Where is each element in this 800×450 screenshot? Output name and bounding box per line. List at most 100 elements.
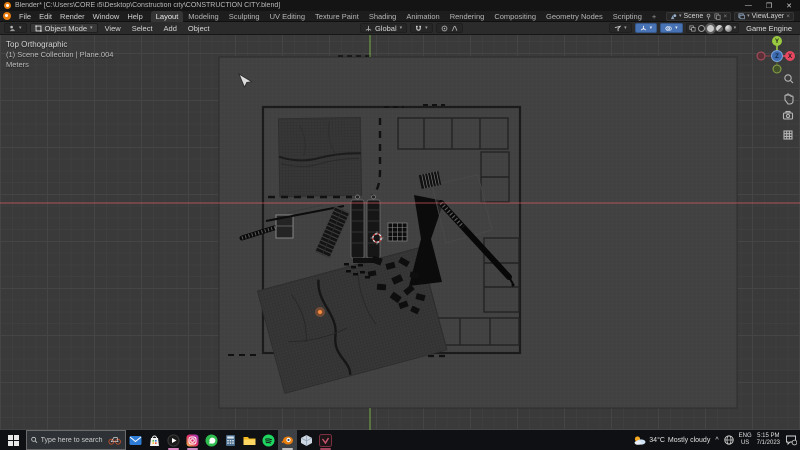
clock[interactable]: 5:15 PM 7/1/2023 <box>757 433 780 447</box>
shading-solid-icon[interactable] <box>707 25 714 32</box>
menu-view[interactable]: View <box>101 24 125 33</box>
scene-wireframe: Y X Z <box>0 35 800 430</box>
unlink-scene-icon[interactable]: × <box>723 13 727 20</box>
3d-viewport[interactable]: Y X Z T <box>0 35 800 430</box>
scene-name: Scene <box>683 13 703 20</box>
weather-widget[interactable]: 34°C Mostly cloudy <box>633 435 710 446</box>
system-tray: 34°C Mostly cloudy ^ ENG US 5:15 PM 7/1/… <box>633 433 800 447</box>
bicycle-graphic <box>108 434 121 446</box>
pan-hand-icon[interactable] <box>785 94 793 104</box>
remove-view-layer-icon[interactable]: × <box>786 13 790 20</box>
mode-label: Object Mode <box>45 24 88 33</box>
object-mode-icon <box>35 25 42 32</box>
app-movies-tv[interactable] <box>164 430 183 450</box>
blender-menu-icon[interactable] <box>3 12 11 20</box>
show-gizmo-toggle[interactable]: ▾ <box>635 23 658 33</box>
proportional-editing-toggle[interactable] <box>436 23 463 33</box>
tab-sculpting[interactable]: Sculpting <box>224 11 265 22</box>
units-label: Meters <box>6 60 113 70</box>
app-calculator[interactable] <box>221 430 240 450</box>
tab-modeling[interactable]: Modeling <box>183 11 223 22</box>
duplicate-icon[interactable] <box>714 13 721 20</box>
tab-scripting[interactable]: Scripting <box>608 11 647 22</box>
scene-icon <box>670 13 677 20</box>
window-lattice[interactable] <box>388 223 407 241</box>
zoom-icon[interactable] <box>785 75 793 83</box>
snap-toggle[interactable]: ▾ <box>410 23 433 33</box>
show-overlays-toggle[interactable]: ▾ <box>660 23 683 33</box>
notification-icon[interactable] <box>785 434 797 446</box>
mode-selector[interactable]: Object Mode ▾ <box>30 23 98 33</box>
maximize-button[interactable]: ❐ <box>766 2 772 10</box>
show-overlays-icon <box>665 25 672 32</box>
shading-mode-group: ▾ <box>686 23 740 33</box>
app-video[interactable] <box>316 430 335 450</box>
shading-rendered-icon[interactable] <box>725 25 732 32</box>
globe-icon[interactable] <box>724 435 734 445</box>
menu-window[interactable]: Window <box>89 11 124 22</box>
blender-logo-icon <box>4 2 11 9</box>
object-visibility-dropdown[interactable]: ▾ <box>609 23 632 33</box>
gizmo-z-label: Z <box>775 54 779 60</box>
tab-animation[interactable]: Animation <box>401 11 444 22</box>
tab-uv-editing[interactable]: UV Editing <box>265 11 310 22</box>
app-spotify[interactable] <box>259 430 278 450</box>
add-workspace-button[interactable]: + <box>647 11 661 22</box>
proportional-editing-icon <box>441 25 448 32</box>
app-whatsapp[interactable] <box>202 430 221 450</box>
top-bar: File Edit Render Window Help Layout Mode… <box>0 11 800 22</box>
whatsapp-icon <box>205 434 218 447</box>
menu-object[interactable]: Object <box>184 24 214 33</box>
tab-shading[interactable]: Shading <box>364 11 402 22</box>
shading-wireframe-icon[interactable] <box>698 25 705 32</box>
light-point[interactable] <box>318 310 322 314</box>
view-layer-name: ViewLayer <box>752 13 785 20</box>
mail-icon <box>129 434 142 447</box>
transform-orientation-selector[interactable]: Global ▾ <box>360 23 407 33</box>
video-app-icon <box>319 434 332 447</box>
menu-add[interactable]: Add <box>160 24 181 33</box>
grid-ortho-icon[interactable] <box>784 131 792 139</box>
start-button[interactable] <box>0 430 26 450</box>
gizmo-neg-x[interactable] <box>757 52 765 60</box>
minimize-button[interactable]: — <box>745 2 752 10</box>
toggle-xray-icon[interactable] <box>689 25 696 32</box>
terrain-block-topleft[interactable] <box>278 117 361 196</box>
tab-layout[interactable]: Layout <box>151 11 184 22</box>
pin-icon[interactable] <box>705 13 712 20</box>
tab-compositing[interactable]: Compositing <box>489 11 541 22</box>
search-input[interactable] <box>41 437 105 444</box>
menu-select[interactable]: Select <box>128 24 157 33</box>
hidden-icons-button[interactable]: ^ <box>715 437 718 444</box>
view-layer-selector[interactable]: ▾ ViewLayer × <box>734 12 794 21</box>
tab-rendering[interactable]: Rendering <box>445 11 490 22</box>
view-name-label: Top Orthographic <box>6 40 113 50</box>
menu-file[interactable]: File <box>15 11 35 22</box>
menu-help[interactable]: Help <box>123 11 146 22</box>
gizmo-neg-y[interactable] <box>773 65 781 73</box>
app-microsoft-store[interactable] <box>145 430 164 450</box>
taskbar-search[interactable] <box>26 430 126 450</box>
menu-render[interactable]: Render <box>56 11 89 22</box>
windows-start-icon <box>8 435 19 446</box>
view-axis-gizmo[interactable]: Y X Z <box>757 36 795 73</box>
app-blender[interactable] <box>278 430 297 450</box>
gizmo-x-label: X <box>788 54 792 60</box>
app-file-explorer[interactable] <box>240 430 259 450</box>
tab-geometry-nodes[interactable]: Geometry Nodes <box>541 11 608 22</box>
close-button[interactable]: ✕ <box>786 2 792 10</box>
app-mail[interactable] <box>126 430 145 450</box>
scene-selector[interactable]: ▾ Scene × <box>666 12 731 21</box>
menu-edit[interactable]: Edit <box>35 11 56 22</box>
blender-taskbar-icon <box>281 434 294 447</box>
window-title: Blender* [C:\Users\CORE i5\Desktop\Const… <box>15 2 745 9</box>
camera-view-icon[interactable] <box>784 112 793 120</box>
app-instagram[interactable] <box>183 430 202 450</box>
language-indicator[interactable]: ENG US <box>739 433 752 447</box>
shading-material-icon[interactable] <box>716 25 723 32</box>
app-3d-viewer[interactable] <box>297 430 316 450</box>
workspace-tabs: Layout Modeling Sculpting UV Editing Tex… <box>151 11 662 22</box>
editor-type-selector[interactable]: ▾ <box>4 23 27 33</box>
weather-label: Mostly cloudy <box>668 437 710 444</box>
tab-texture-paint[interactable]: Texture Paint <box>310 11 364 22</box>
